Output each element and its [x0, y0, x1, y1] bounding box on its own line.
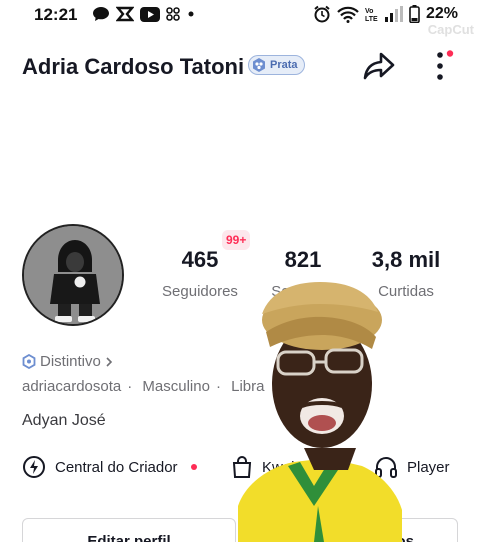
capcut-watermark: CapCut	[427, 22, 474, 37]
creator-center-dot	[190, 464, 197, 470]
distintivo-label: Distintivo	[40, 353, 101, 370]
edit-profile-button[interactable]: Editar perfil	[22, 518, 236, 542]
share-icon[interactable]	[362, 50, 396, 82]
person-video-overlay	[238, 282, 402, 542]
profile-header: Adria Cardoso Tatoni Prata	[0, 42, 480, 92]
capcut-icon	[116, 6, 134, 22]
profile-avatar[interactable]	[22, 224, 124, 326]
status-right-icons: Vo LTE 22%	[313, 5, 458, 23]
chat-bubble-icon	[93, 7, 109, 21]
more-options-icon[interactable]	[430, 50, 456, 82]
battery-icon	[409, 5, 420, 23]
volte-icon: VoLTE	[365, 8, 378, 23]
meta-separator: ·	[127, 378, 133, 395]
signal-icon	[384, 6, 403, 22]
battery-percentage: 22%	[425, 5, 458, 22]
gender: Masculino	[142, 378, 210, 395]
wifi-icon	[337, 6, 359, 23]
profile-display-name: Adria Cardoso Tatoni	[22, 54, 245, 79]
hexagon-badge-icon	[253, 58, 265, 72]
status-bar: 12:21 Vo LTE 22% CapCut	[0, 0, 480, 37]
alarm-icon	[314, 5, 330, 23]
following-count: 821	[284, 247, 322, 272]
username: adriacardosota	[22, 378, 122, 395]
distintivo-link[interactable]: Distintivo	[22, 353, 113, 370]
status-left-icons	[92, 6, 196, 22]
app-grid-icon	[166, 7, 180, 21]
hooded-figure-avatar-image	[24, 226, 122, 324]
likes-count: 3,8 mil	[371, 247, 441, 272]
creator-center-label: Central do Criador	[55, 458, 178, 476]
svg-text:LTE: LTE	[365, 16, 378, 23]
silver-badge[interactable]: Prata	[248, 55, 305, 75]
youtube-icon	[140, 6, 160, 22]
player-label: Player	[407, 458, 450, 476]
profile-bio: Adyan José	[22, 412, 106, 429]
chevron-right-icon	[106, 356, 112, 367]
svg-text:Vo: Vo	[365, 8, 373, 15]
silver-badge-label: Prata	[270, 59, 298, 71]
meta-separator: ·	[215, 378, 221, 395]
creator-center-link[interactable]: Central do Criador	[22, 455, 197, 479]
dot-icon	[188, 11, 194, 17]
followers-count: 465	[181, 247, 219, 272]
lightning-icon	[23, 456, 45, 478]
hexagon-icon	[22, 354, 36, 369]
profile-meta-row: adriacardosota · Masculino · Libra	[22, 378, 270, 395]
status-time: 12:21	[34, 5, 78, 24]
